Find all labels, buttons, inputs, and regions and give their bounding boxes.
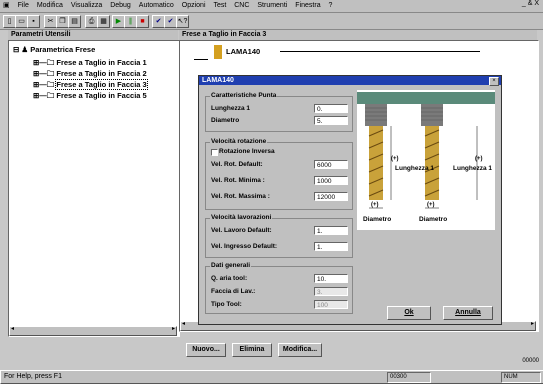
tool-cutter-icon [214,45,222,59]
tool-line [194,49,208,60]
tree-hscrollbar[interactable]: ◂ ▸ [9,326,177,336]
group-caratteristiche-title: Caratteristiche Punta [210,92,278,99]
group-velocita-rotazione-title: Velocità rotazione [210,138,268,145]
vel-massima-label: Vel. Rot. Massima : [211,193,270,200]
folder-icon: —🗀 [39,58,55,67]
drill-bit-left-shape [369,126,383,200]
scroll-right-icon[interactable]: ▸ [531,320,534,327]
vel-massima-field[interactable]: 12000 [314,192,348,201]
diametro-diagram-label-left: Diametro [363,216,392,223]
paste-icon[interactable]: ▤ [68,15,81,28]
group-velocita-lavorazioni: Velocità lavorazioni Vel. Lavoro Default… [205,214,353,258]
save-icon[interactable]: ▪ [27,15,40,28]
plus-marker-left: (+) [391,156,399,162]
folder-icon: —🗀 [39,69,55,78]
tree-item-5[interactable]: ⊞—🗀 Frese a Taglio in Faccia 5 [33,90,147,103]
dialog-close-icon[interactable]: × [489,77,499,86]
group-dati-generali: Dati generali Q. aria tool: 10. Faccia d… [205,262,353,314]
tool-diagram: (+) Lunghezza 1 (+) Lunghezza 1 (+) Diam… [357,90,495,230]
plus-marker-diam-right: (+) [427,202,435,208]
group-caratteristiche: Caratteristiche Punta Lunghezza 1 0. Dia… [205,92,353,132]
menu-help[interactable]: ? [329,0,333,12]
tool-baseline [280,51,480,52]
menu-opzioni[interactable]: Opzioni [182,0,206,12]
context-help-icon[interactable]: ↖? [176,15,189,28]
tree-item-label: Frese a Taglio in Faccia 5 [56,91,147,100]
folder-icon: —🗀 [39,80,55,89]
vel-minima-label: Vel. Rot. Minima : [211,177,265,184]
toolbar: ▯ ▭ ▪ ✂ ❐ ▤ ⎙ ▦ ▶ ∥ ■ ✔ ✔ ↖? [0,13,543,30]
group-dati-generali-title: Dati generali [210,262,252,269]
diametro-label: Diametro [211,117,240,124]
vel-ingresso-label: Vel. Ingresso Default: [211,243,278,250]
tipo-tool-label: Tipo Tool: [211,301,242,308]
menu-debug[interactable]: Debug [110,0,131,12]
menu-strumenti[interactable]: Strumenti [257,0,287,12]
menu-finestra[interactable]: Finestra [295,0,320,12]
tool-dialog: LAMA140 × Caratteristiche Punta Lunghezz… [198,75,502,325]
window-controls[interactable]: _ & X [522,0,539,7]
group-velocita-rotazione: Velocità rotazione Rotazione Inversa Vel… [205,138,353,210]
status-num: NUM [501,372,541,383]
menu-test[interactable]: Test [213,0,226,12]
ok-button[interactable]: Ok [387,306,431,320]
collapse-icon[interactable]: ⊟ [13,45,19,54]
preview-icon[interactable]: ▦ [97,15,110,28]
folder-icon: —🗀 [39,91,55,100]
tree-root[interactable]: ⊟ ♟ Parametrica Frese [13,45,95,54]
tree-item-label: Frese a Taglio in Faccia 2 [56,69,147,78]
tipo-tool-field[interactable]: 100 [314,300,348,309]
status-help-text: For Help, press F1 [4,373,62,380]
chuck-left-shape [365,104,387,126]
tree-item-label: Frese a Taglio in Faccia 1 [56,58,147,67]
scroll-left-icon[interactable]: ◂ [182,320,185,327]
aria-tool-label: Q. aria tool: [211,275,248,282]
tool-name-label: LAMA140 [226,47,261,56]
plus-marker-diam-left: (+) [371,202,379,208]
menu-file[interactable]: File [18,0,29,12]
spindle-head-shape [357,92,495,104]
vel-minima-field[interactable]: 1000 [314,176,348,185]
menu-cnc[interactable]: CNC [234,0,249,12]
menu-automatico[interactable]: Automatico [139,0,174,12]
vel-default-field[interactable]: 6000 [314,160,348,169]
tool-icon: ♟ [21,45,29,54]
menu-modifica[interactable]: Modifica [37,0,63,12]
menu-bar: ▣ File Modifica Visualizza Debug Automat… [0,0,543,13]
tool-tree[interactable]: ⊟ ♟ Parametrica Frese ⊞—🗀 Frese a Taglio… [8,40,180,337]
scroll-right-icon[interactable]: ▸ [172,325,175,332]
dialog-title: LAMA140 [199,76,501,85]
lunghezza-label: Lunghezza 1 [211,105,251,112]
lunghezza-diagram-label-right: Lunghezza 1 [453,165,493,172]
app-icon[interactable]: ▣ [3,0,10,12]
group-velocita-lavorazioni-title: Velocità lavorazioni [210,214,273,221]
coord-readout: 00000 [522,358,539,364]
elimina-button[interactable]: Elimina [232,343,272,357]
faccia-lav-label: Faccia di Lav.: [211,288,256,295]
drill-bit-right-shape [425,126,439,200]
annulla-button[interactable]: Annulla [443,306,493,320]
diametro-field[interactable]: 5. [314,116,348,125]
stop-icon[interactable]: ■ [136,15,149,28]
scroll-left-icon[interactable]: ◂ [11,325,14,332]
vel-default-label: Vel. Rot. Default: [211,161,263,168]
status-code: 00300 [387,372,431,383]
modifica-button[interactable]: Modifica... [278,343,322,357]
rotazione-inversa-checkbox[interactable] [211,149,218,156]
chuck-right-shape [421,104,443,126]
faccia-lav-field[interactable]: 3. [314,287,348,296]
tree-item-label: Frese a Taglio in Faccia 3 [55,79,148,90]
diametro-diagram-label-right: Diametro [419,216,448,223]
plus-marker-right: (+) [475,156,483,162]
vel-ingresso-field[interactable]: 1. [314,242,348,251]
menu-visualizza[interactable]: Visualizza [71,0,102,12]
lunghezza-field[interactable]: 0. [314,104,348,113]
lunghezza-diagram-label-left: Lunghezza 1 [395,165,435,172]
tree-root-label: Parametrica Frese [30,45,96,54]
rotazione-inversa-label: Rotazione Inversa [219,148,275,155]
vel-lavoro-label: Vel. Lavoro Default: [211,227,272,234]
aria-tool-field[interactable]: 10. [314,274,348,283]
nuovo-button[interactable]: Nuovo... [186,343,226,357]
vel-lavoro-field[interactable]: 1. [314,226,348,235]
